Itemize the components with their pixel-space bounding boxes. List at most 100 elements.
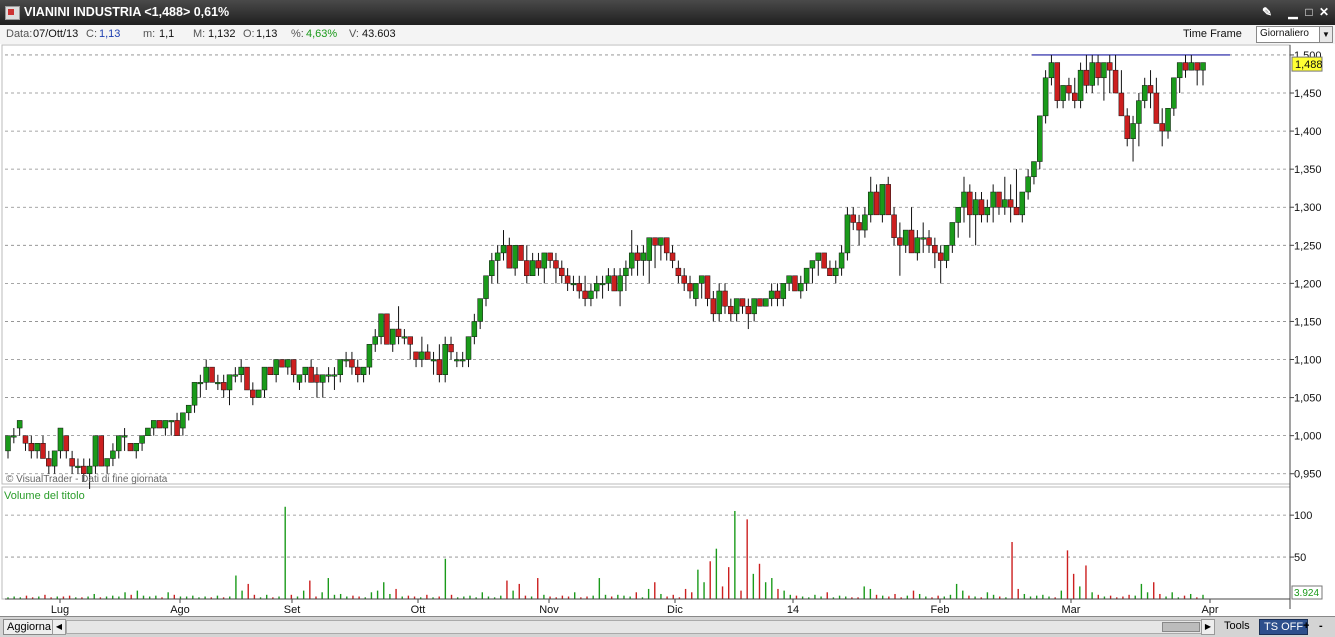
candle-body	[768, 290, 775, 299]
candle-body	[879, 184, 886, 216]
candle-body	[588, 290, 594, 299]
timeframe-select[interactable]: Giornaliero ▼	[1256, 26, 1333, 43]
candle-body	[1019, 191, 1026, 216]
tools-button[interactable]: Tools	[1224, 619, 1250, 633]
scroll-left-icon[interactable]: ◀	[52, 619, 66, 635]
tools-icon[interactable]: ✎	[1259, 4, 1275, 20]
candle-body	[279, 359, 285, 368]
candle-body	[926, 237, 932, 246]
candle-body	[255, 389, 262, 398]
candle-body	[302, 366, 309, 375]
scroll-right-icon[interactable]: ▶	[1201, 619, 1215, 635]
chevron-down-icon[interactable]: ▼	[1319, 27, 1332, 42]
candle-body	[984, 206, 991, 216]
candle-body	[424, 351, 431, 360]
candle-body	[244, 366, 250, 391]
volume-value: 43.603	[362, 28, 396, 40]
timeframe-label: Time Frame	[1183, 28, 1242, 40]
chart-canvas[interactable]: 1,5001,4501,4001,3501,3001,2501,2001,150…	[0, 44, 1335, 616]
candle-body	[704, 275, 711, 299]
x-tick-label: Ott	[411, 604, 426, 616]
ts-off-button[interactable]: TS OFF	[1259, 619, 1309, 635]
candle-body	[1171, 77, 1177, 109]
candle-body	[535, 260, 542, 269]
candle-body	[897, 237, 903, 246]
candle-body	[1037, 115, 1043, 162]
candle-body	[687, 283, 693, 292]
candle-body	[360, 366, 367, 375]
candle-body	[150, 420, 157, 429]
candle-body	[547, 252, 553, 261]
candle-body	[833, 267, 839, 277]
candle-body	[856, 222, 862, 231]
candle-body	[821, 252, 827, 269]
x-tick-label: 14	[787, 604, 799, 616]
horizontal-scrollbar[interactable]	[66, 620, 1202, 634]
candle-body	[1112, 69, 1119, 94]
candle-body	[261, 366, 268, 391]
price-tick-label: 1,250	[1294, 240, 1322, 252]
candle-body	[337, 359, 344, 375]
candle-body	[459, 359, 466, 362]
maximize-icon[interactable]: □	[1301, 4, 1317, 20]
candle-body	[873, 191, 880, 216]
candle-body	[331, 374, 338, 377]
minimize-icon[interactable]: ▁	[1285, 4, 1301, 20]
candle-body	[867, 191, 874, 216]
candle-body	[798, 283, 804, 292]
chart-area[interactable]: 1,500 1,450 1,400 1,350 1,300 1,250 1,200 1,150…	[0, 44, 1335, 616]
candle-body	[28, 443, 35, 452]
candle-body	[384, 313, 390, 345]
x-tick-label: Feb	[931, 604, 950, 616]
candle-body	[349, 359, 355, 368]
candle-body	[413, 351, 419, 360]
volume-label: V:	[349, 28, 359, 40]
candle-body	[116, 435, 122, 452]
min-label: m:	[143, 28, 156, 40]
candle-body	[419, 351, 425, 360]
candle-body	[576, 283, 583, 292]
scrollbar-thumb[interactable]	[1162, 622, 1200, 632]
candle-body	[372, 336, 378, 345]
candle-body	[314, 374, 320, 383]
candle-body	[1083, 69, 1090, 86]
candle-body	[1159, 123, 1165, 132]
candle-body	[1031, 161, 1037, 178]
candle-body	[343, 359, 349, 362]
open-label: O:	[243, 28, 255, 40]
zoom-out-button[interactable]: -	[1319, 619, 1323, 633]
candle-body	[996, 191, 1002, 208]
candle-body	[1089, 62, 1095, 86]
price-tick-label: 1,050	[1294, 393, 1322, 405]
candle-body	[471, 321, 478, 337]
candle-body	[780, 283, 787, 299]
candle-body	[564, 275, 571, 284]
volume-tick-label: 50	[1294, 552, 1306, 564]
candle-body	[827, 267, 833, 277]
close-value: 1,13	[99, 28, 121, 40]
zoom-in-button[interactable]: +	[1303, 619, 1309, 633]
candle-body	[1077, 69, 1084, 101]
candle-body	[483, 275, 489, 299]
bottom-bar: Aggiorna ◀ ▶ Tools TS OFF + -	[0, 616, 1335, 637]
candle-body	[285, 359, 291, 368]
close-icon[interactable]: ✕	[1316, 4, 1332, 20]
candle-body	[209, 366, 215, 383]
pct-value: 4,63%	[306, 28, 338, 40]
candle-body	[774, 290, 781, 299]
candle-body	[273, 359, 279, 375]
candle-body	[267, 366, 274, 375]
refresh-button[interactable]: Aggiorna	[3, 619, 56, 635]
candle-body	[733, 298, 740, 315]
candle-body	[1176, 62, 1183, 79]
candle-body	[465, 336, 472, 360]
candle-body	[448, 344, 454, 353]
window-titlebar: VIANINI INDUSTRIA <1,488> 0,61% ✎ ▁ □ ✕	[0, 0, 1335, 25]
app-icon	[5, 6, 20, 20]
candle-body	[506, 245, 513, 269]
x-tick-label: Set	[284, 604, 301, 616]
candle-body	[139, 435, 145, 444]
candle-body	[290, 359, 297, 375]
candle-body	[669, 252, 676, 261]
candle-body	[844, 214, 851, 254]
